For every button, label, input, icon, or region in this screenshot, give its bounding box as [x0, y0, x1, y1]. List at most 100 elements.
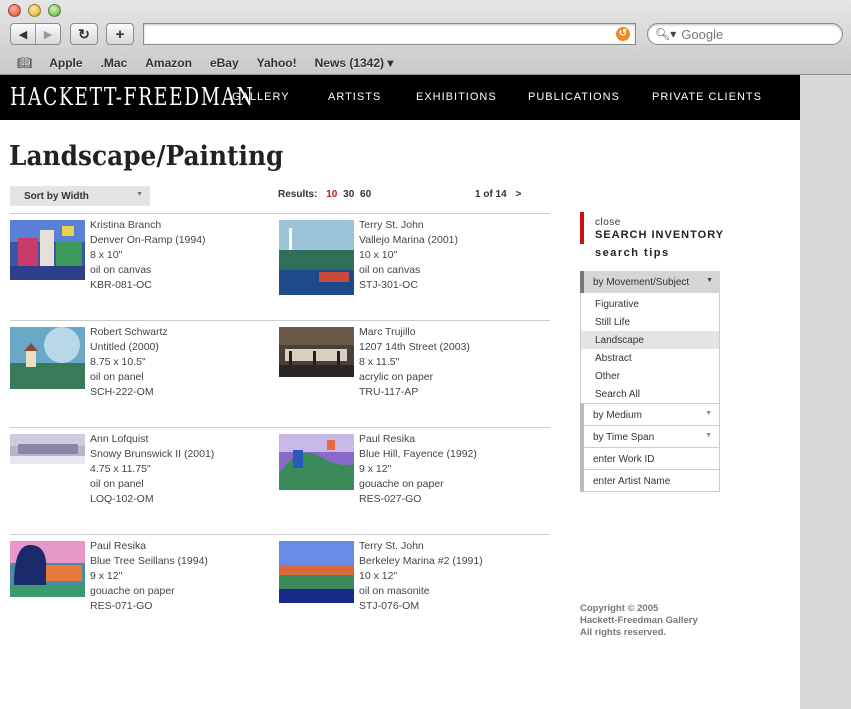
minimize-window-button[interactable] — [28, 4, 41, 17]
time-span-label: by Time Span — [593, 432, 655, 443]
medium-label: by Medium — [593, 410, 642, 421]
subject-option-landscape[interactable]: Landscape — [580, 331, 720, 349]
artist-name-field[interactable]: enter Artist Name — [580, 469, 720, 492]
forward-arrow-icon[interactable]: ▶ — [35, 24, 60, 44]
search-input[interactable] — [681, 26, 842, 42]
bookmark-yahoo[interactable]: Yahoo! — [257, 56, 297, 70]
results-option-30[interactable]: 30 — [343, 189, 354, 200]
back-forward-group: ◀ ▶ — [10, 23, 61, 45]
artwork-thumbnail[interactable] — [10, 434, 85, 464]
subject-option-figurative[interactable]: Figurative — [580, 293, 720, 313]
artwork-size: 9 x 12" — [359, 463, 392, 475]
artwork-medium: gouache on paper — [90, 585, 175, 597]
nav-gallery[interactable]: GALLERY — [232, 91, 290, 103]
divider — [10, 427, 550, 428]
plus-icon: + — [115, 25, 125, 43]
reload-button[interactable]: ↻ — [70, 23, 98, 45]
artwork-title: Untitled (2000) — [90, 341, 159, 353]
nav-artists[interactable]: ARTISTS — [328, 91, 381, 103]
sort-select[interactable]: Sort by Width ▼ — [10, 186, 150, 206]
subject-option-search-all[interactable]: Search All — [580, 385, 720, 403]
time-span-dropdown[interactable]: by Time Span ▼ — [580, 425, 720, 448]
chevron-down-icon: ▼ — [706, 277, 713, 284]
artwork-item[interactable]: Kristina Branch Denver On-Ramp (1994) 8 … — [10, 215, 270, 305]
copyright-line: All rights reserved. — [580, 627, 667, 638]
bookmark-amazon[interactable]: Amazon — [145, 56, 192, 70]
artwork-artist[interactable]: Ann Lofquist — [90, 432, 214, 447]
close-panel-link[interactable]: close — [595, 217, 730, 228]
close-window-button[interactable] — [8, 4, 21, 17]
artwork-thumbnail[interactable] — [279, 220, 354, 295]
zoom-window-button[interactable] — [48, 4, 61, 17]
search-filters: by Movement/Subject ▼ Figurative Still L… — [580, 271, 720, 492]
artwork-details: Terry St. John Vallejo Marina (2001) 10 … — [359, 218, 458, 293]
artwork-medium: oil on panel — [90, 371, 144, 383]
copyright-line: Hackett-Freedman Gallery — [580, 615, 698, 626]
artwork-item[interactable]: Marc Trujillo 1207 14th Street (2003) 8 … — [279, 322, 539, 412]
movement-subject-dropdown[interactable]: by Movement/Subject ▼ — [580, 271, 720, 293]
artwork-artist[interactable]: Terry St. John — [359, 218, 458, 233]
bookmark-news[interactable]: News (1342) ▾ — [315, 56, 394, 70]
artwork-artist[interactable]: Marc Trujillo — [359, 325, 470, 340]
artwork-artist[interactable]: Terry St. John — [359, 539, 483, 554]
medium-dropdown[interactable]: by Medium ▼ — [580, 403, 720, 426]
rss-icon[interactable]: ↺ — [616, 27, 630, 41]
artwork-thumbnail[interactable] — [10, 220, 85, 280]
artwork-thumbnail[interactable] — [10, 327, 85, 389]
copyright-line: Copyright © 2005 — [580, 603, 659, 614]
bookmark-ebay[interactable]: eBay — [210, 56, 239, 70]
search-tips-link[interactable]: search tips — [595, 247, 670, 259]
artwork-size: 4.75 x 11.75" — [90, 463, 151, 475]
artwork-thumbnail[interactable] — [10, 541, 85, 597]
search-icon: 🔍︎▾ — [655, 27, 677, 41]
artwork-thumbnail[interactable] — [279, 541, 354, 603]
artwork-size: 10 x 12" — [359, 570, 398, 582]
artwork-item[interactable]: Paul Resika Blue Hill, Fayence (1992) 9 … — [279, 429, 539, 519]
artwork-code: LOQ-102-OM — [90, 493, 154, 505]
artwork-item[interactable]: Terry St. John Berkeley Marina #2 (1991)… — [279, 536, 539, 626]
artwork-size: 9 x 12" — [90, 570, 123, 582]
artwork-item[interactable]: Terry St. John Vallejo Marina (2001) 10 … — [279, 215, 539, 305]
address-bar[interactable]: ↺ — [143, 23, 636, 45]
copyright-notice: Copyright © 2005 Hackett-Freedman Galler… — [580, 603, 698, 639]
artwork-artist[interactable]: Kristina Branch — [90, 218, 206, 233]
artwork-size: 8.75 x 10.5" — [90, 356, 146, 368]
artwork-item[interactable]: Paul Resika Blue Tree Seillans (1994) 9 … — [10, 536, 270, 626]
results-option-60[interactable]: 60 — [360, 189, 371, 200]
next-page-link[interactable]: > — [515, 189, 521, 200]
artwork-item[interactable]: Ann Lofquist Snowy Brunswick II (2001) 4… — [10, 429, 270, 519]
work-id-field[interactable]: enter Work ID — [580, 447, 720, 470]
artwork-title: Blue Hill, Fayence (1992) — [359, 448, 477, 460]
nav-private-clients[interactable]: PRIVATE CLIENTS — [652, 91, 762, 103]
bookmark-apple[interactable]: Apple — [49, 56, 82, 70]
book-icon[interactable]: 📖︎ — [17, 56, 32, 70]
bookmark-mac[interactable]: .Mac — [101, 56, 128, 70]
artwork-thumbnail[interactable] — [279, 327, 354, 377]
search-field[interactable]: 🔍︎▾ — [647, 23, 843, 45]
results-option-10[interactable]: 10 — [326, 189, 337, 200]
site-logo[interactable]: HACKETT-FREEDMAN — [10, 83, 255, 111]
nav-publications[interactable]: PUBLICATIONS — [528, 91, 620, 103]
artwork-artist[interactable]: Robert Schwartz — [90, 325, 168, 340]
artwork-thumbnail[interactable] — [279, 434, 354, 490]
window-controls — [8, 4, 61, 17]
artwork-medium: acrylic on paper — [359, 371, 434, 383]
artwork-size: 10 x 10" — [359, 249, 398, 261]
add-bookmark-button[interactable]: + — [106, 23, 134, 45]
subject-option-abstract[interactable]: Abstract — [580, 349, 720, 367]
chevron-down-icon: ▼ — [705, 410, 712, 417]
subject-option-other[interactable]: Other — [580, 367, 720, 385]
artwork-details: Robert Schwartz Untitled (2000) 8.75 x 1… — [90, 325, 168, 400]
artwork-title: Snowy Brunswick II (2001) — [90, 448, 215, 460]
back-arrow-icon[interactable]: ◀ — [11, 24, 35, 44]
artwork-code: SCH-222-OM — [90, 386, 154, 398]
artwork-details: Paul Resika Blue Hill, Fayence (1992) 9 … — [359, 432, 477, 507]
web-page: HACKETT-FREEDMAN GALLERY ARTISTS EXHIBIT… — [0, 75, 800, 709]
divider — [10, 534, 550, 535]
artwork-artist[interactable]: Paul Resika — [359, 432, 477, 447]
artwork-medium: gouache on paper — [359, 478, 444, 490]
artwork-item[interactable]: Robert Schwartz Untitled (2000) 8.75 x 1… — [10, 322, 270, 412]
artwork-artist[interactable]: Paul Resika — [90, 539, 208, 554]
nav-exhibitions[interactable]: EXHIBITIONS — [416, 91, 497, 103]
subject-option-still-life[interactable]: Still Life — [580, 313, 720, 331]
